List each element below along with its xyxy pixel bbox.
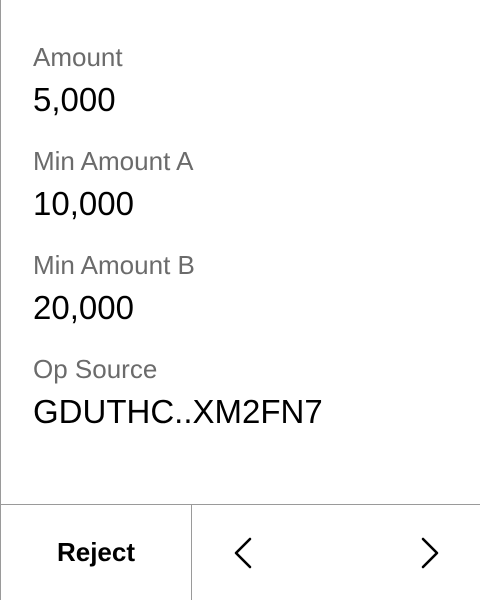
field-value-op-source: GDUTHC..XM2FN7 (33, 393, 323, 430)
field-value-amount: 5,000 (33, 81, 116, 118)
field-value-min-amount-a: 10,000 (33, 185, 134, 222)
chevron-right-icon (419, 536, 441, 570)
field-value-min-amount-b: 20,000 (33, 289, 134, 326)
reject-button[interactable]: Reject (1, 505, 192, 600)
footer-action-bar: Reject (0, 504, 480, 600)
next-button[interactable] (390, 505, 470, 600)
field-label-min-amount-a: Min Amount A (33, 146, 194, 176)
chevron-left-icon (232, 536, 254, 570)
reject-button-label: Reject (56, 537, 136, 567)
field-label-min-amount-b: Min Amount B (33, 250, 195, 280)
field-label-op-source: Op Source (33, 354, 158, 384)
previous-button[interactable] (203, 505, 283, 600)
field-label-amount: Amount (33, 42, 123, 72)
